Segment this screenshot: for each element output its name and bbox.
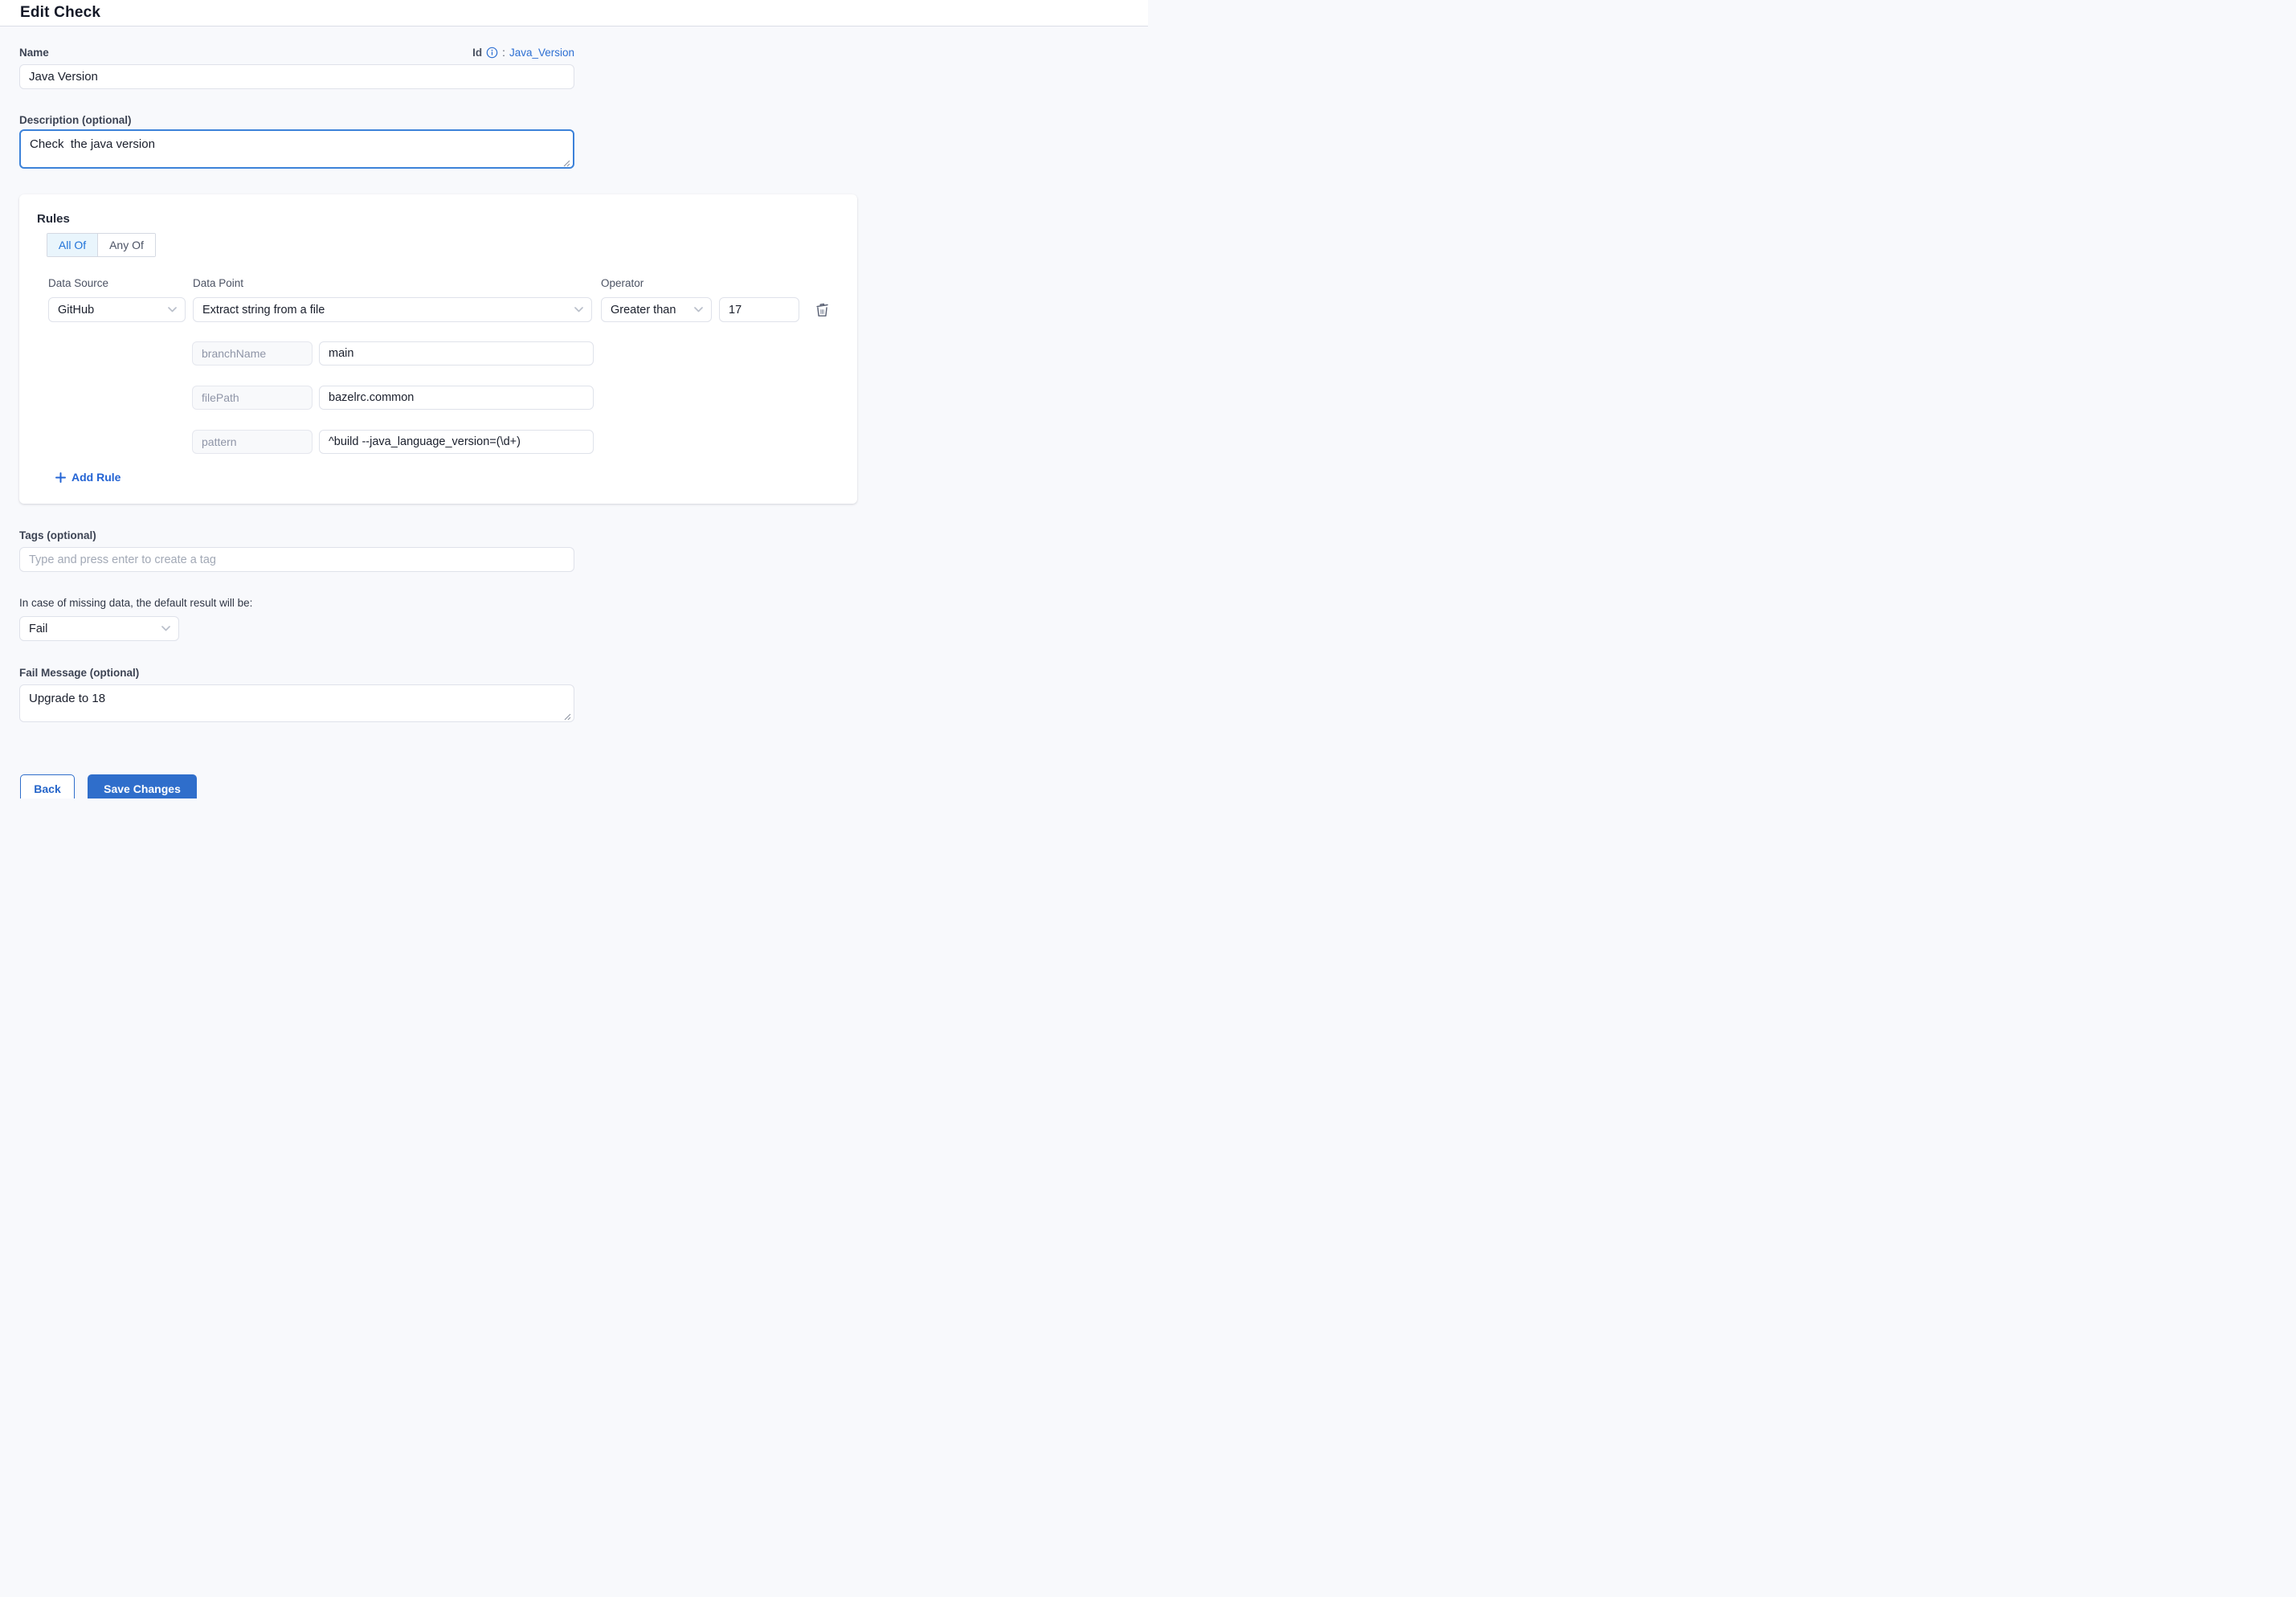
back-button[interactable]: Back — [20, 774, 75, 798]
chevron-down-icon — [161, 626, 170, 631]
add-rule-button[interactable]: Add Rule — [55, 471, 121, 484]
name-input[interactable] — [19, 64, 574, 89]
data-point-column-label: Data Point — [193, 277, 243, 289]
param-key-field — [192, 341, 313, 366]
data-source-column-label: Data Source — [48, 277, 108, 289]
missing-data-label: In case of missing data, the default res… — [19, 597, 252, 609]
fail-message-label: Fail Message (optional) — [19, 667, 139, 679]
data-source-select[interactable]: GitHub — [48, 297, 186, 322]
param-value-input[interactable] — [319, 430, 594, 454]
description-textarea[interactable]: Check the java version — [19, 129, 574, 169]
tags-input[interactable] — [19, 547, 574, 572]
description-label: Description (optional) — [19, 114, 132, 126]
page-header: Edit Check — [0, 0, 1148, 27]
all-of-button[interactable]: All Of — [47, 234, 98, 256]
plus-icon — [55, 472, 66, 483]
edit-check-page: Edit Check Name Id : Java_Version Descri… — [0, 0, 1148, 798]
chevron-down-icon — [574, 307, 583, 312]
id-separator: : — [502, 47, 505, 59]
trash-icon — [813, 309, 831, 321]
any-of-button[interactable]: Any Of — [98, 234, 155, 256]
operator-select[interactable]: Greater than — [601, 297, 712, 322]
add-rule-label: Add Rule — [71, 471, 121, 484]
chevron-down-icon — [694, 307, 703, 312]
param-key-field — [192, 430, 313, 454]
param-value-input[interactable] — [319, 341, 594, 366]
tags-label: Tags (optional) — [19, 529, 96, 541]
delete-rule-button[interactable] — [813, 300, 831, 319]
data-source-value: GitHub — [58, 304, 94, 317]
operator-threshold-input[interactable] — [719, 297, 799, 322]
operator-column-label: Operator — [601, 277, 643, 289]
chevron-down-icon — [168, 307, 177, 312]
rules-match-toggle: All Of Any Of — [47, 233, 156, 257]
id-label: Id — [472, 47, 482, 59]
save-changes-button[interactable]: Save Changes — [88, 774, 197, 798]
missing-data-select[interactable]: Fail — [19, 616, 179, 641]
name-label: Name — [19, 47, 49, 59]
check-id-row: Id : Java_Version — [472, 47, 574, 59]
fail-message-textarea[interactable]: Upgrade to 18 — [19, 684, 574, 722]
check-id-link[interactable]: Java_Version — [509, 47, 574, 59]
data-point-select[interactable]: Extract string from a file — [193, 297, 592, 322]
data-point-value: Extract string from a file — [202, 304, 325, 317]
info-icon[interactable] — [486, 47, 498, 59]
param-key-field — [192, 386, 313, 410]
param-value-input[interactable] — [319, 386, 594, 410]
missing-data-value: Fail — [29, 623, 47, 635]
rules-title: Rules — [37, 212, 70, 226]
page-title: Edit Check — [20, 4, 100, 22]
operator-value: Greater than — [611, 304, 676, 317]
